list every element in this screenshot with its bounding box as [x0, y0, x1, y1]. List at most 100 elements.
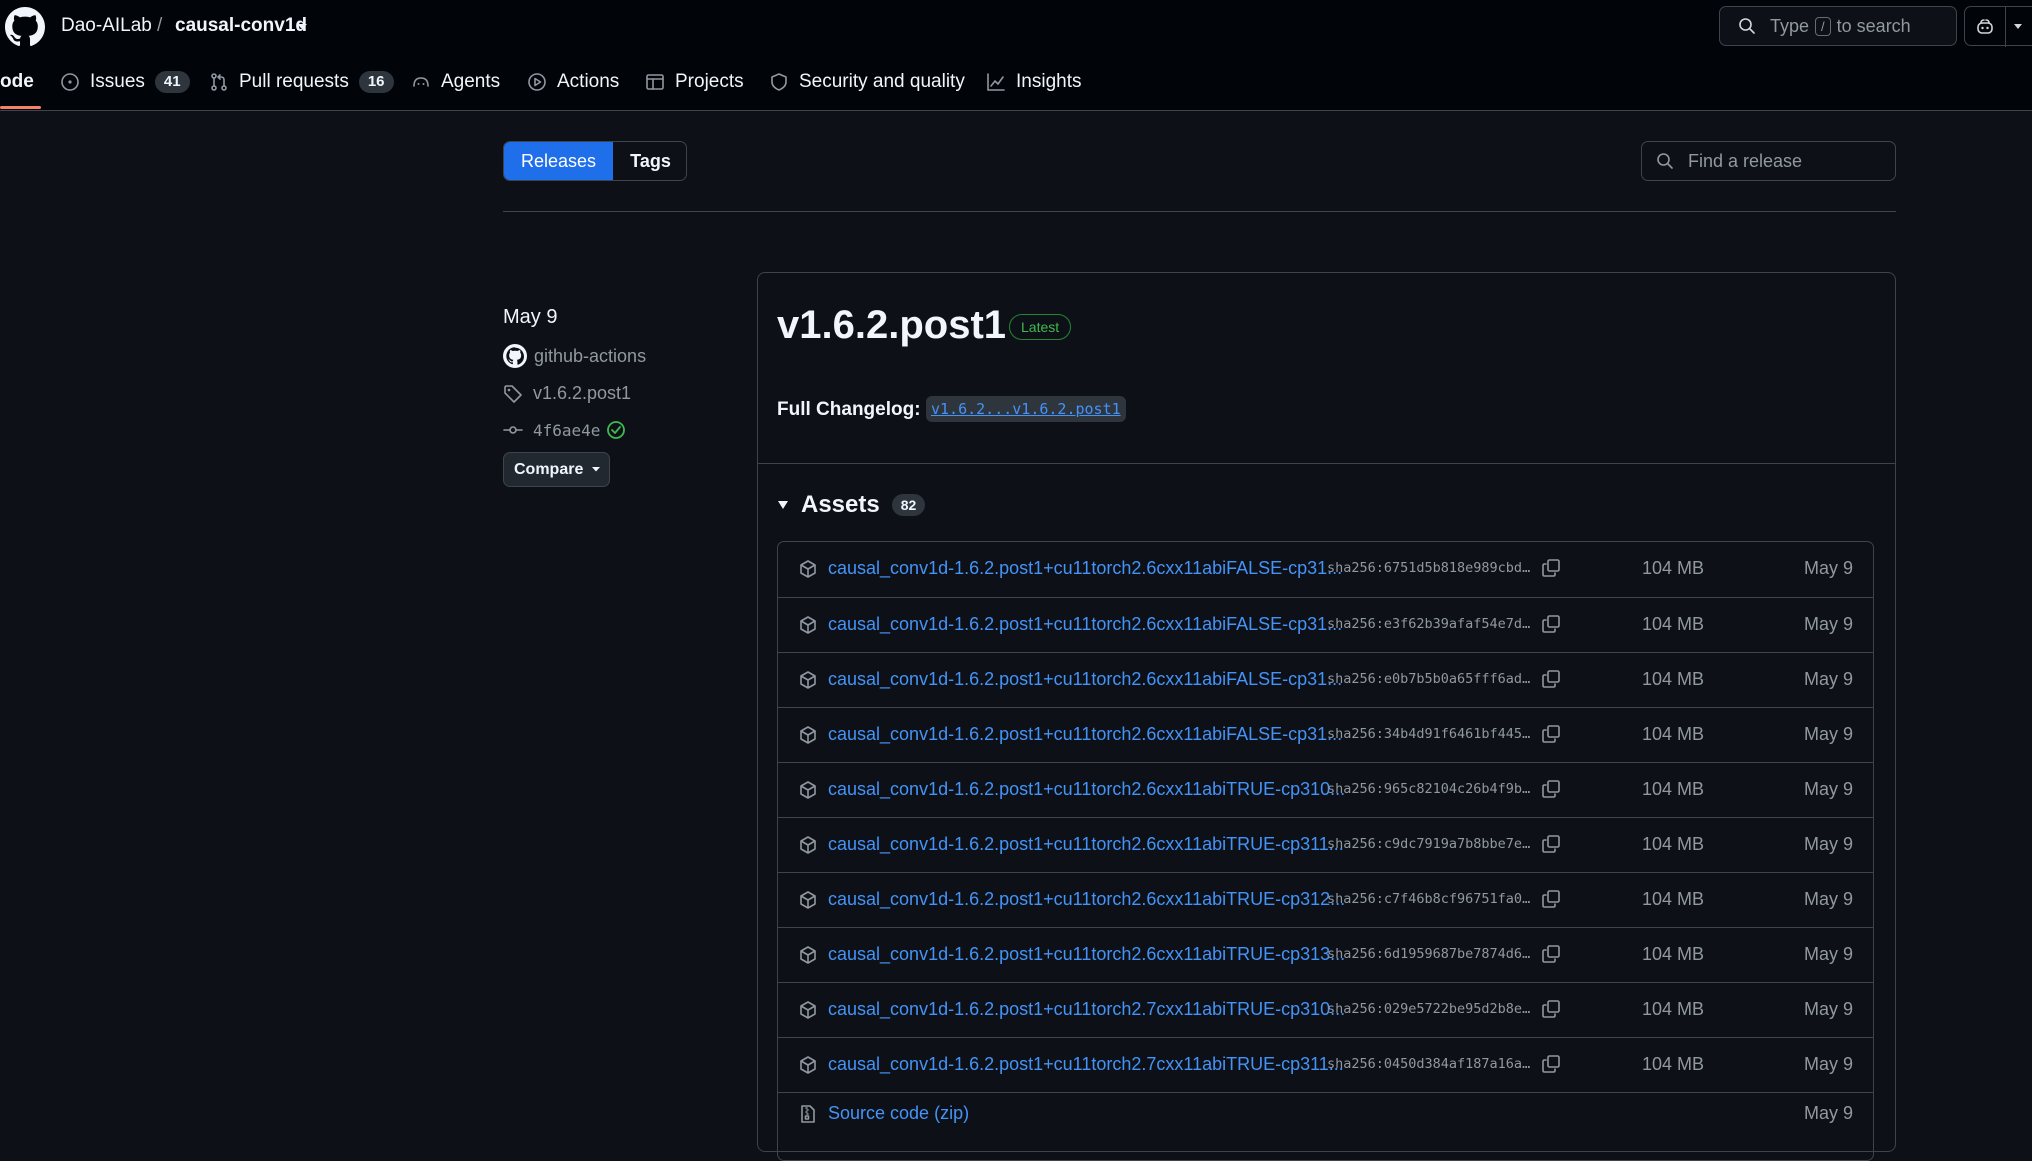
- package-icon: [800, 781, 816, 799]
- find-release-input[interactable]: Find a release: [1641, 141, 1896, 181]
- tab-issues-label: Issues: [90, 71, 145, 92]
- check-circle-icon: [607, 421, 626, 439]
- package-icon: [800, 946, 816, 964]
- pulls-count-badge: 16: [358, 71, 394, 93]
- asset-row: causal_conv1d-1.6.2.post1+cu11torch2.6cx…: [778, 762, 1873, 817]
- asset-name-link[interactable]: causal_conv1d-1.6.2.post1+cu11torch2.6cx…: [828, 834, 1344, 855]
- tab-issues[interactable]: Issues 41: [60, 62, 190, 102]
- asset-name-link[interactable]: causal_conv1d-1.6.2.post1+cu11torch2.6cx…: [828, 614, 1342, 635]
- asset-sha256: sha256:0450d384af187a16a…: [1327, 1056, 1531, 1072]
- copilot-divider: [2005, 7, 2006, 47]
- tab-code-label: ode: [0, 71, 34, 92]
- tags-tab[interactable]: Tags: [613, 142, 686, 180]
- asset-name-link[interactable]: causal_conv1d-1.6.2.post1+cu11torch2.6cx…: [828, 889, 1345, 910]
- tag-icon: [504, 384, 522, 403]
- commit-sha: 4f6ae4e: [533, 420, 601, 440]
- asset-name-link[interactable]: causal_conv1d-1.6.2.post1+cu11torch2.6cx…: [828, 944, 1345, 965]
- asset-row: causal_conv1d-1.6.2.post1+cu11torch2.6cx…: [778, 707, 1873, 762]
- package-icon: [800, 616, 816, 634]
- github-logo-icon[interactable]: [5, 7, 45, 47]
- copy-icon[interactable]: [1541, 724, 1561, 744]
- asset-size: 104 MB: [1642, 614, 1705, 634]
- tab-actions-label: Actions: [557, 71, 620, 92]
- tab-projects[interactable]: Projects: [645, 62, 744, 102]
- tab-actions[interactable]: Actions: [527, 62, 619, 102]
- tab-agents[interactable]: Agents: [411, 62, 500, 102]
- asset-row: causal_conv1d-1.6.2.post1+cu11torch2.6cx…: [778, 542, 1873, 597]
- asset-size: 104 MB: [1642, 999, 1705, 1019]
- copy-icon[interactable]: [1541, 1054, 1561, 1074]
- asset-date: May 9: [1803, 779, 1853, 799]
- issues-count-badge: 41: [154, 71, 190, 93]
- tag-name: v1.6.2.post1: [533, 383, 632, 403]
- asset-size: 104 MB: [1642, 779, 1705, 799]
- repo-name-link[interactable]: causal-conv1d: [175, 15, 307, 37]
- copy-icon[interactable]: [1541, 558, 1561, 578]
- copy-icon[interactable]: [1541, 889, 1561, 909]
- search-shortcut-key: /: [1815, 16, 1831, 36]
- global-search-input[interactable]: Type / to search: [1719, 6, 1957, 46]
- repo-dropdown-caret-icon[interactable]: [296, 22, 308, 32]
- asset-size: 104 MB: [1642, 1054, 1705, 1074]
- asset-sha256: sha256:c9dc7919a7b8bbe7e…: [1327, 836, 1531, 852]
- breadcrumb-separator: /: [157, 15, 163, 36]
- asset-name-link[interactable]: causal_conv1d-1.6.2.post1+cu11torch2.7cx…: [828, 1054, 1344, 1075]
- changelog-label: Full Changelog:: [777, 399, 921, 420]
- asset-row: causal_conv1d-1.6.2.post1+cu11torch2.6cx…: [778, 652, 1873, 707]
- asset-row: causal_conv1d-1.6.2.post1+cu11torch2.6cx…: [778, 872, 1873, 927]
- triangle-down-icon: [778, 501, 788, 509]
- releases-tab[interactable]: Releases: [504, 142, 613, 180]
- copy-icon[interactable]: [1541, 669, 1561, 689]
- package-icon: [800, 1001, 816, 1019]
- copy-icon[interactable]: [1541, 834, 1561, 854]
- divider: [503, 211, 1896, 212]
- file-zip-icon: [801, 1105, 815, 1123]
- copy-icon[interactable]: [1541, 944, 1561, 964]
- asset-name-link[interactable]: causal_conv1d-1.6.2.post1+cu11torch2.7cx…: [828, 999, 1345, 1020]
- asset-date: May 9: [1803, 1054, 1853, 1074]
- release-commit-link[interactable]: 4f6ae4e: [503, 420, 626, 440]
- tab-pull-requests[interactable]: Pull requests 16: [209, 62, 394, 102]
- asset-name-link[interactable]: causal_conv1d-1.6.2.post1+cu11torch2.6cx…: [828, 669, 1342, 690]
- graph-icon: [987, 73, 1005, 91]
- copy-icon[interactable]: [1541, 779, 1561, 799]
- asset-row: causal_conv1d-1.6.2.post1+cu11torch2.7cx…: [778, 982, 1873, 1037]
- asset-sha256: sha256:6751d5b818e989cbd…: [1327, 560, 1531, 576]
- changelog-compare-link[interactable]: v1.6.2...v1.6.2.post1: [926, 396, 1126, 422]
- asset-sha256: sha256:6d1959687be7874d6…: [1327, 946, 1531, 962]
- asset-sha256: sha256:e3f62b39afaf54e7d…: [1327, 616, 1531, 632]
- asset-date: May 9: [1803, 889, 1853, 909]
- asset-name-link[interactable]: causal_conv1d-1.6.2.post1+cu11torch2.6cx…: [828, 558, 1342, 579]
- tab-security[interactable]: Security and quality: [769, 62, 965, 102]
- release-tag-link[interactable]: v1.6.2.post1: [503, 383, 631, 404]
- copy-icon[interactable]: [1541, 999, 1561, 1019]
- package-icon: [800, 891, 816, 909]
- assets-toggle[interactable]: Assets 82: [777, 491, 926, 519]
- asset-name-link[interactable]: causal_conv1d-1.6.2.post1+cu11torch2.6cx…: [828, 724, 1342, 745]
- release-title[interactable]: v1.6.2.post1: [777, 303, 1006, 348]
- asset-name-link[interactable]: causal_conv1d-1.6.2.post1+cu11torch2.6cx…: [828, 779, 1345, 800]
- agent-icon: [413, 77, 429, 87]
- issue-opened-icon: [61, 73, 79, 91]
- git-commit-icon: [503, 426, 523, 434]
- source-code-label: Source code: [828, 1103, 930, 1123]
- assets-list: causal_conv1d-1.6.2.post1+cu11torch2.6cx…: [777, 541, 1874, 1161]
- asset-sha256: sha256:e0b7b5b0a65fff6ad…: [1327, 671, 1531, 687]
- author-avatar-icon: [503, 344, 527, 368]
- copilot-caret-icon[interactable]: [2013, 23, 2023, 31]
- compare-button[interactable]: Compare: [503, 452, 610, 487]
- author-name: github-actions: [534, 345, 647, 366]
- asset-size: 104 MB: [1642, 834, 1705, 854]
- package-icon: [800, 836, 816, 854]
- asset-sha256: sha256:029e5722be95d2b8e…: [1327, 1001, 1531, 1017]
- source-code-zip-link[interactable]: Source code (zip): [828, 1103, 969, 1124]
- copilot-button[interactable]: [1964, 6, 2032, 47]
- asset-size: 104 MB: [1642, 669, 1705, 689]
- repo-owner-link[interactable]: Dao-AILab: [61, 15, 152, 37]
- tab-insights[interactable]: Insights: [986, 62, 1081, 102]
- release-author[interactable]: github-actions: [503, 344, 646, 368]
- releases-tags-toggle: Releases Tags: [503, 141, 687, 181]
- copy-icon[interactable]: [1541, 614, 1561, 634]
- search-hint-prefix: Type: [1770, 15, 1810, 36]
- tab-code[interactable]: ode: [0, 62, 34, 102]
